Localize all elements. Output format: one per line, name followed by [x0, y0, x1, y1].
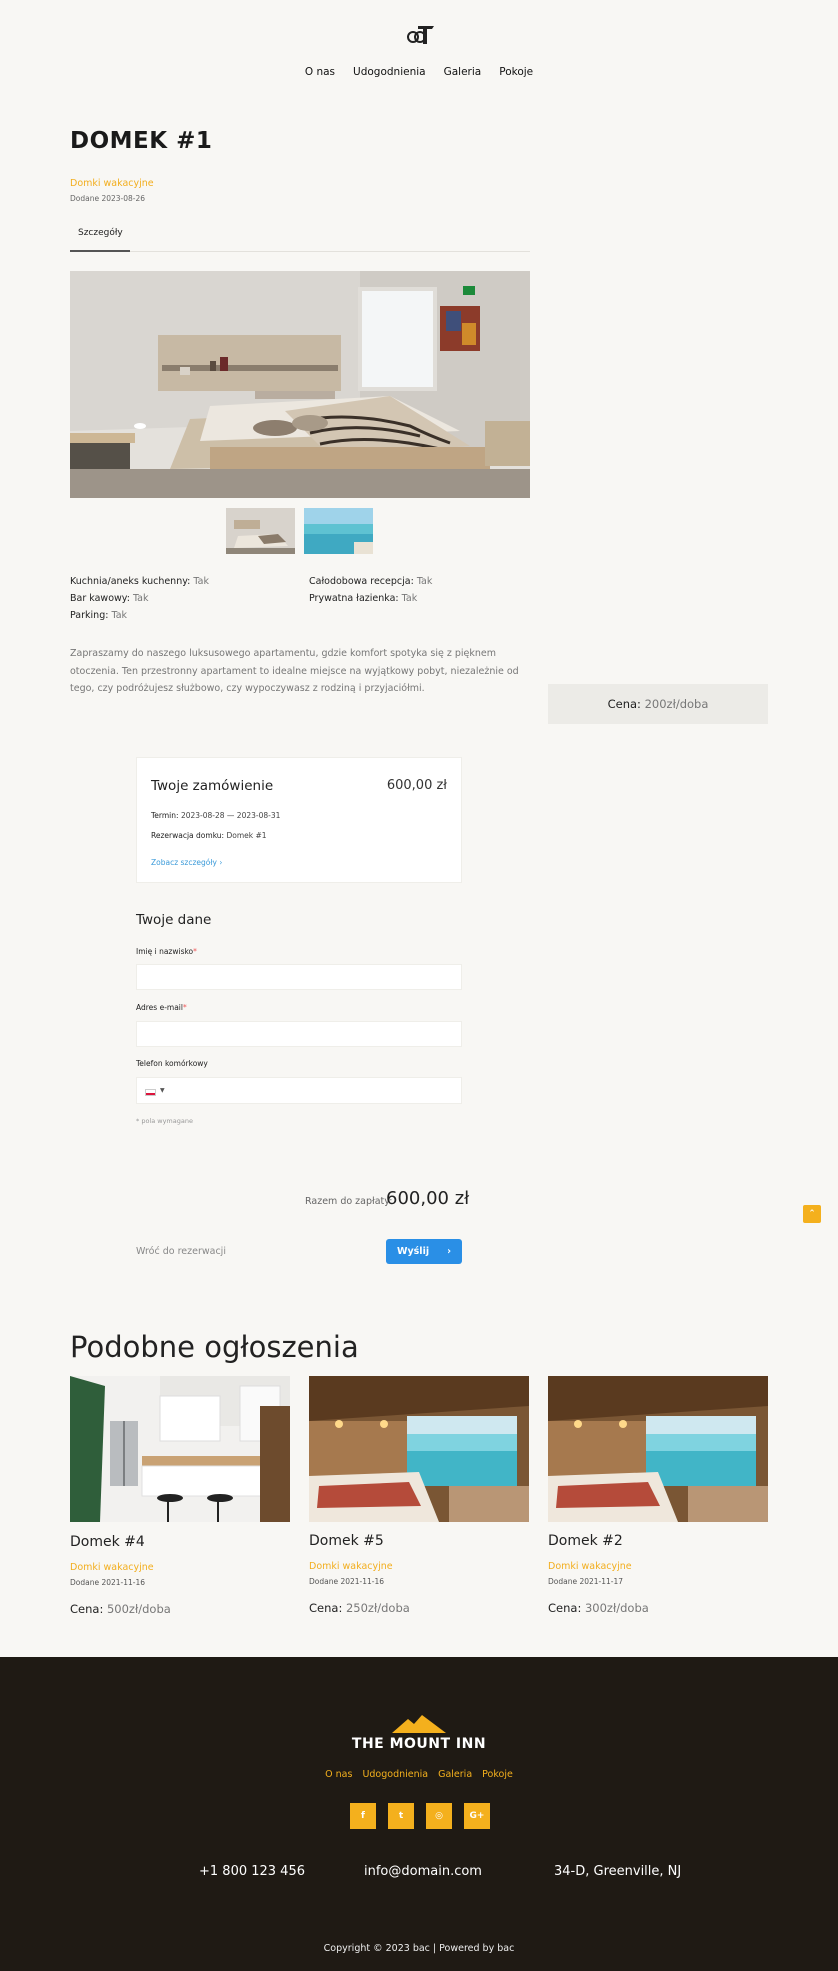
similar-card-date: Dodane 2021-11-17 [548, 1577, 624, 1586]
price-value: 200zł/doba [644, 697, 709, 711]
footer-nav-about[interactable]: O nas [325, 1769, 352, 1780]
google-plus-icon[interactable]: G+ [464, 1803, 490, 1829]
footer-nav-gallery[interactable]: Galeria [438, 1769, 472, 1780]
similar-card-price: Cena: 300zł/doba [548, 1601, 649, 1615]
nav-item-amenities[interactable]: Udogodnienia [353, 66, 426, 78]
twitter-icon[interactable]: t [388, 1803, 414, 1829]
footer-nav-amenities[interactable]: Udogodnienia [362, 1769, 428, 1780]
similar-card-image-sea-room-2[interactable] [548, 1376, 768, 1522]
order-summary-title: Twoje zamówienie [151, 778, 274, 794]
order-term: Termin: 2023-08-28 — 2023-08-31 [151, 811, 281, 820]
social-links: f t ◎ G+ [350, 1803, 490, 1829]
phone-field[interactable]: ▼ [136, 1077, 462, 1104]
send-button[interactable]: Wyślij › [386, 1239, 462, 1264]
gallery-thumb-bedroom[interactable] [226, 508, 295, 554]
instagram-icon[interactable]: ◎ [426, 1803, 452, 1829]
site-logo[interactable] [404, 22, 436, 46]
similar-card-category[interactable]: Domki wakacyjne [548, 1561, 632, 1572]
feature-private-bathroom: Prywatna łazienka: Tak [309, 593, 418, 604]
similar-card-price: Cena: 250zł/doba [309, 1601, 410, 1615]
email-label: Adres e-mail* [136, 1003, 187, 1012]
mountain-logo-icon[interactable] [392, 1715, 446, 1733]
listing-category-link[interactable]: Domki wakacyjne [70, 178, 154, 189]
similar-card-title[interactable]: Domek #4 [70, 1534, 145, 1550]
footer-nav-rooms[interactable]: Pokoje [482, 1769, 513, 1780]
send-button-label: Wyślij [396, 1246, 430, 1257]
footer-brand: THE MOUNT INN [351, 1736, 487, 1752]
similar-card-category[interactable]: Domki wakacyjne [70, 1562, 154, 1573]
order-summary-total: 600,00 zł [386, 778, 447, 793]
phone-label: Telefon komórkowy [136, 1059, 208, 1068]
order-booking: Rezerwacja domku: Domek #1 [151, 831, 267, 840]
feature-parking: Parking: Tak [70, 610, 128, 621]
listing-main-image[interactable] [70, 271, 530, 498]
feature-kitchen: Kuchnia/aneks kuchenny: Tak [70, 576, 209, 587]
listing-description: Zapraszamy do naszego luksusowego aparta… [70, 648, 519, 694]
total-label: Razem do zapłaty: [305, 1196, 393, 1207]
footer-address: 34-D, Greenville, NJ [554, 1864, 682, 1879]
price-box: Cena: 200zł/doba [548, 684, 768, 724]
nav-item-gallery[interactable]: Galeria [444, 66, 482, 78]
tab-details[interactable]: Szczegóły [78, 226, 123, 238]
similar-card-category[interactable]: Domki wakacyjne [309, 1561, 393, 1572]
chevron-up-icon: ⌃ [808, 1209, 816, 1219]
your-data-heading: Twoje dane [136, 912, 212, 928]
similar-card-date: Dodane 2021-11-16 [309, 1577, 385, 1586]
similar-card-date: Dodane 2021-11-16 [70, 1578, 146, 1587]
tab-bar: Szczegóły [70, 226, 530, 252]
chevron-down-icon[interactable]: ▼ [160, 1087, 165, 1094]
name-label: Imię i nazwisko* [136, 947, 197, 956]
tab-active-indicator [70, 250, 130, 252]
price-label: Cena: [607, 697, 641, 711]
footer-phone[interactable]: +1 800 123 456 [199, 1864, 305, 1879]
similar-listings-heading: Podobne ogłoszenia [70, 1330, 359, 1364]
back-to-booking-link[interactable]: Wróć do rezerwacji [136, 1246, 226, 1257]
site-footer: THE MOUNT INN O nas Udogodnienia Galeria… [0, 1657, 838, 1971]
feature-coffee-bar: Bar kawowy: Tak [70, 593, 149, 604]
email-field[interactable] [136, 1021, 462, 1047]
order-summary-card: Twoje zamówienie 600,00 zł Termin: 2023-… [136, 757, 462, 883]
similar-card-image-kitchen[interactable] [70, 1376, 290, 1522]
facebook-icon[interactable]: f [350, 1803, 376, 1829]
similar-card-title[interactable]: Domek #5 [309, 1533, 384, 1549]
order-details-link[interactable]: Zobacz szczegóły › [151, 858, 222, 867]
total-value: 600,00 zł [386, 1188, 470, 1209]
scroll-to-top-button[interactable]: ⌃ [803, 1205, 821, 1223]
footer-copyright: Copyright © 2023 bac | Powered by bac [323, 1943, 515, 1954]
poland-flag-icon[interactable] [145, 1089, 156, 1096]
similar-card-image-sea-room-1[interactable] [309, 1376, 529, 1522]
footer-email[interactable]: info@domain.com [364, 1864, 482, 1879]
main-nav: O nas Udogodnienia Galeria Pokoje [0, 66, 838, 78]
similar-card-price: Cena: 500zł/doba [70, 1602, 171, 1616]
name-field[interactable] [136, 964, 462, 990]
listing-date: Dodane 2023-08-26 [70, 194, 146, 203]
footer-nav: O nas Udogodnienia Galeria Pokoje [0, 1769, 838, 1780]
chevron-right-icon: › [447, 1246, 452, 1257]
nav-item-about[interactable]: O nas [305, 66, 335, 78]
required-fields-note: * pola wymagane [136, 1117, 193, 1125]
feature-reception: Całodobowa recepcja: Tak [309, 576, 433, 587]
nav-item-rooms[interactable]: Pokoje [499, 66, 533, 78]
similar-card-title[interactable]: Domek #2 [548, 1533, 623, 1549]
listing-title: DOMEK #1 [70, 128, 213, 154]
gallery-thumb-sea[interactable] [304, 508, 373, 554]
